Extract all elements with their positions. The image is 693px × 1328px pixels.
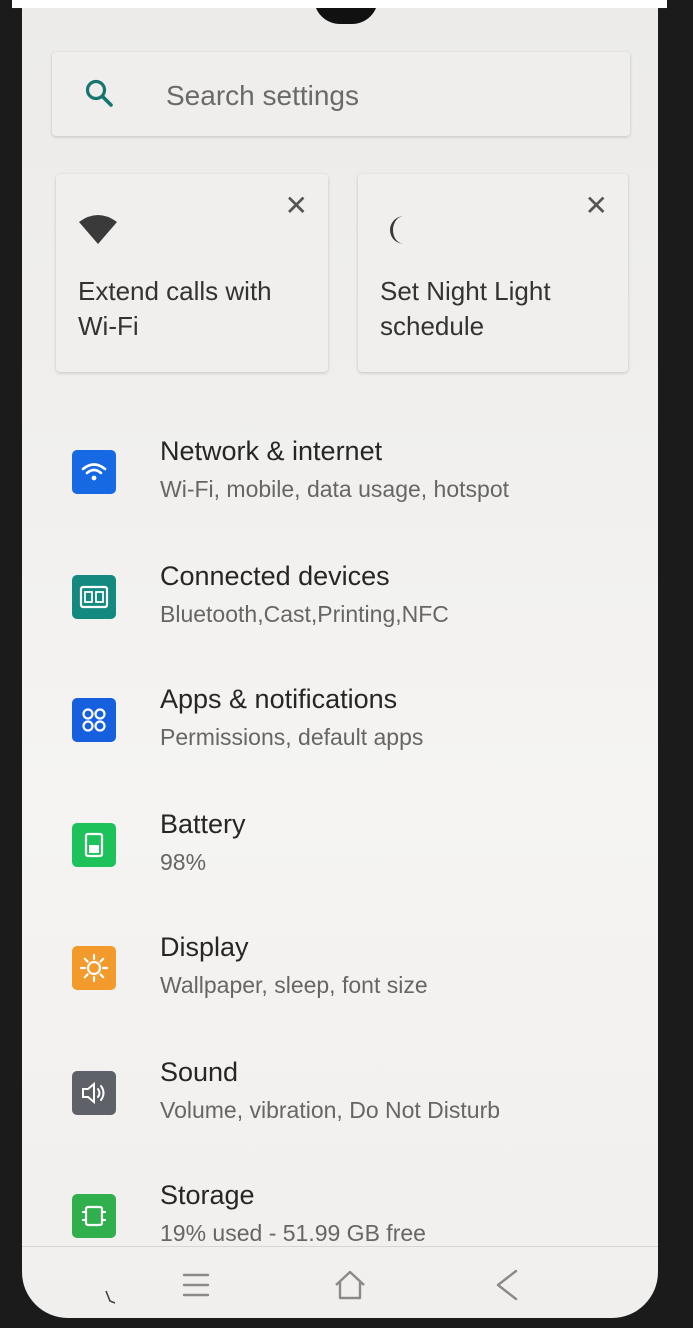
suggestion-label: Set Night Light schedule	[380, 276, 551, 341]
camera-notch	[314, 8, 378, 24]
settings-item-title: Apps & notifications	[160, 684, 398, 714]
home-icon[interactable]	[330, 1267, 370, 1303]
volume-icon	[72, 1071, 116, 1115]
settings-item-subtitle: 19% used - 51.99 GB free	[160, 1220, 426, 1246]
search-bar[interactable]: Search settings	[52, 52, 630, 136]
gesture-hint-icon	[105, 1290, 116, 1304]
search-placeholder: Search settings	[166, 80, 359, 111]
settings-item-title: Network & internet	[160, 436, 383, 466]
settings-item-apps[interactable]: Apps & notifications Permissions, defaul…	[22, 668, 658, 778]
navigation-bar	[22, 1246, 658, 1318]
storage-icon	[72, 1194, 116, 1238]
menu-icon[interactable]	[176, 1267, 216, 1303]
settings-item-title: Connected devices	[160, 561, 390, 591]
settings-item-subtitle: Permissions, default apps	[160, 724, 424, 750]
devices-icon	[72, 575, 116, 619]
settings-item-battery[interactable]: Battery 98%	[22, 793, 658, 903]
settings-item-title: Sound	[160, 1057, 239, 1087]
settings-screen: Search settings ✕ Extend calls with Wi-F…	[22, 8, 658, 1318]
settings-item-network[interactable]: Network & internet Wi-Fi, mobile, data u…	[22, 420, 658, 530]
settings-item-sound[interactable]: Sound Volume, vibration, Do Not Disturb	[22, 1041, 658, 1151]
suggestion-card-wifi-calling[interactable]: ✕ Extend calls with Wi-Fi	[56, 174, 328, 372]
battery-icon	[72, 823, 116, 867]
settings-item-display[interactable]: Display Wallpaper, sleep, font size	[22, 916, 658, 1026]
apps-icon	[72, 698, 116, 742]
search-icon	[85, 79, 113, 107]
wifi-icon	[72, 450, 116, 494]
back-icon[interactable]	[488, 1267, 528, 1303]
settings-item-subtitle: 98%	[160, 849, 207, 875]
close-icon[interactable]: ✕	[285, 192, 308, 220]
settings-item-title: Display	[160, 932, 249, 962]
settings-item-subtitle: Bluetooth,Cast,Printing,NFC	[160, 601, 449, 627]
moon-icon	[390, 216, 404, 244]
settings-item-connected-devices[interactable]: Connected devices Bluetooth,Cast,Printin…	[22, 545, 658, 655]
brightness-icon	[72, 946, 116, 990]
settings-item-subtitle: Wi-Fi, mobile, data usage, hotspot	[160, 476, 509, 502]
wifi-icon	[79, 215, 117, 244]
settings-item-title: Storage	[160, 1180, 255, 1210]
settings-item-title: Battery	[160, 809, 246, 839]
close-icon[interactable]: ✕	[585, 192, 608, 220]
settings-item-subtitle: Wallpaper, sleep, font size	[160, 972, 428, 998]
suggestion-label: Extend calls with Wi-Fi	[78, 276, 272, 341]
settings-item-subtitle: Volume, vibration, Do Not Disturb	[160, 1097, 501, 1123]
suggestion-card-night-light[interactable]: ✕ Set Night Light schedule	[358, 174, 628, 372]
